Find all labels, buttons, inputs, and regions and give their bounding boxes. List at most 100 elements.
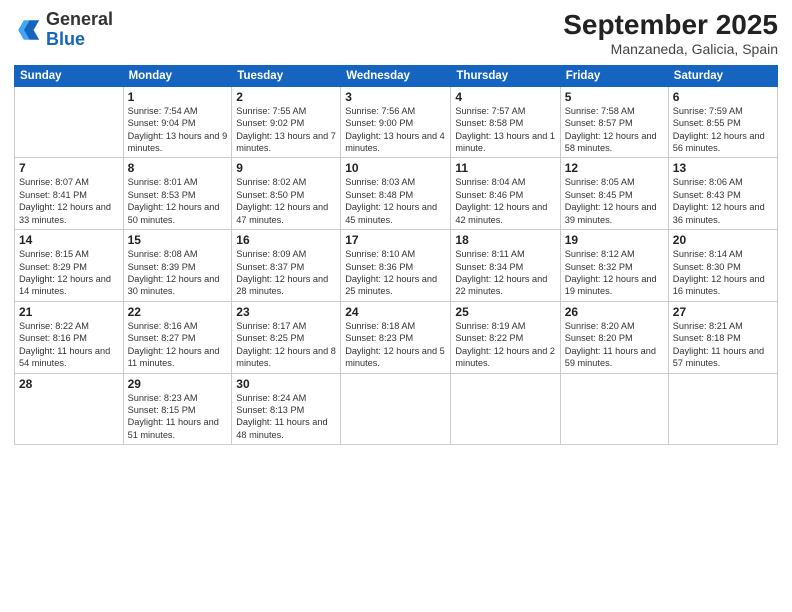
day-info: Sunrise: 7:58 AM Sunset: 8:57 PM Dayligh…	[565, 105, 664, 155]
logo-text: General Blue	[46, 10, 113, 50]
calendar-cell: 29Sunrise: 8:23 AM Sunset: 8:15 PM Dayli…	[123, 373, 232, 445]
calendar-row-2: 14Sunrise: 8:15 AM Sunset: 8:29 PM Dayli…	[15, 230, 778, 302]
calendar-cell: 4Sunrise: 7:57 AM Sunset: 8:58 PM Daylig…	[451, 86, 560, 158]
calendar-cell: 14Sunrise: 8:15 AM Sunset: 8:29 PM Dayli…	[15, 230, 124, 302]
calendar-cell: 26Sunrise: 8:20 AM Sunset: 8:20 PM Dayli…	[560, 301, 668, 373]
day-info: Sunrise: 8:08 AM Sunset: 8:39 PM Dayligh…	[128, 248, 228, 298]
day-info: Sunrise: 8:03 AM Sunset: 8:48 PM Dayligh…	[345, 176, 446, 226]
day-number: 18	[455, 233, 555, 247]
calendar-table: Sunday Monday Tuesday Wednesday Thursday…	[14, 65, 778, 445]
calendar-cell: 6Sunrise: 7:59 AM Sunset: 8:55 PM Daylig…	[668, 86, 777, 158]
calendar-cell: 27Sunrise: 8:21 AM Sunset: 8:18 PM Dayli…	[668, 301, 777, 373]
calendar-cell: 1Sunrise: 7:54 AM Sunset: 9:04 PM Daylig…	[123, 86, 232, 158]
day-number: 11	[455, 161, 555, 175]
calendar-row-4: 28 29Sunrise: 8:23 AM Sunset: 8:15 PM Day…	[15, 373, 778, 445]
calendar-header-row: Sunday Monday Tuesday Wednesday Thursday…	[15, 65, 778, 86]
calendar-cell: 24Sunrise: 8:18 AM Sunset: 8:23 PM Dayli…	[341, 301, 451, 373]
day-number: 7	[19, 161, 119, 175]
day-info: Sunrise: 8:15 AM Sunset: 8:29 PM Dayligh…	[19, 248, 119, 298]
day-info: Sunrise: 8:07 AM Sunset: 8:41 PM Dayligh…	[19, 176, 119, 226]
calendar-row-3: 21Sunrise: 8:22 AM Sunset: 8:16 PM Dayli…	[15, 301, 778, 373]
day-number: 4	[455, 90, 555, 104]
header-sunday: Sunday	[15, 65, 124, 86]
day-info: Sunrise: 8:19 AM Sunset: 8:22 PM Dayligh…	[455, 320, 555, 370]
calendar-cell: 16Sunrise: 8:09 AM Sunset: 8:37 PM Dayli…	[232, 230, 341, 302]
day-info: Sunrise: 7:59 AM Sunset: 8:55 PM Dayligh…	[673, 105, 773, 155]
header-friday: Friday	[560, 65, 668, 86]
header: General Blue September 2025 Manzaneda, G…	[14, 10, 778, 57]
logo-general: General	[46, 10, 113, 30]
day-number: 30	[236, 377, 336, 391]
day-info: Sunrise: 7:54 AM Sunset: 9:04 PM Dayligh…	[128, 105, 228, 155]
calendar-cell: 12Sunrise: 8:05 AM Sunset: 8:45 PM Dayli…	[560, 158, 668, 230]
day-number: 6	[673, 90, 773, 104]
day-info: Sunrise: 7:56 AM Sunset: 9:00 PM Dayligh…	[345, 105, 446, 155]
day-info: Sunrise: 8:12 AM Sunset: 8:32 PM Dayligh…	[565, 248, 664, 298]
logo-blue: Blue	[46, 30, 113, 50]
calendar-cell: 5Sunrise: 7:58 AM Sunset: 8:57 PM Daylig…	[560, 86, 668, 158]
calendar-cell: 9Sunrise: 8:02 AM Sunset: 8:50 PM Daylig…	[232, 158, 341, 230]
calendar-cell	[341, 373, 451, 445]
day-number: 1	[128, 90, 228, 104]
day-number: 24	[345, 305, 446, 319]
day-number: 16	[236, 233, 336, 247]
day-info: Sunrise: 8:24 AM Sunset: 8:13 PM Dayligh…	[236, 392, 336, 442]
day-number: 15	[128, 233, 228, 247]
calendar-row-1: 7Sunrise: 8:07 AM Sunset: 8:41 PM Daylig…	[15, 158, 778, 230]
page: General Blue September 2025 Manzaneda, G…	[0, 0, 792, 612]
day-info: Sunrise: 8:09 AM Sunset: 8:37 PM Dayligh…	[236, 248, 336, 298]
logo: General Blue	[14, 10, 113, 50]
calendar-cell: 13Sunrise: 8:06 AM Sunset: 8:43 PM Dayli…	[668, 158, 777, 230]
day-number: 5	[565, 90, 664, 104]
calendar-cell: 20Sunrise: 8:14 AM Sunset: 8:30 PM Dayli…	[668, 230, 777, 302]
day-number: 25	[455, 305, 555, 319]
day-number: 17	[345, 233, 446, 247]
calendar-cell: 17Sunrise: 8:10 AM Sunset: 8:36 PM Dayli…	[341, 230, 451, 302]
calendar-cell: 2Sunrise: 7:55 AM Sunset: 9:02 PM Daylig…	[232, 86, 341, 158]
calendar-cell: 25Sunrise: 8:19 AM Sunset: 8:22 PM Dayli…	[451, 301, 560, 373]
header-monday: Monday	[123, 65, 232, 86]
calendar-cell: 21Sunrise: 8:22 AM Sunset: 8:16 PM Dayli…	[15, 301, 124, 373]
day-info: Sunrise: 8:21 AM Sunset: 8:18 PM Dayligh…	[673, 320, 773, 370]
day-info: Sunrise: 8:18 AM Sunset: 8:23 PM Dayligh…	[345, 320, 446, 370]
calendar-cell: 15Sunrise: 8:08 AM Sunset: 8:39 PM Dayli…	[123, 230, 232, 302]
day-info: Sunrise: 7:55 AM Sunset: 9:02 PM Dayligh…	[236, 105, 336, 155]
day-number: 3	[345, 90, 446, 104]
day-number: 13	[673, 161, 773, 175]
calendar-cell: 18Sunrise: 8:11 AM Sunset: 8:34 PM Dayli…	[451, 230, 560, 302]
day-number: 27	[673, 305, 773, 319]
day-number: 26	[565, 305, 664, 319]
calendar-cell: 19Sunrise: 8:12 AM Sunset: 8:32 PM Dayli…	[560, 230, 668, 302]
day-info: Sunrise: 8:10 AM Sunset: 8:36 PM Dayligh…	[345, 248, 446, 298]
day-number: 2	[236, 90, 336, 104]
calendar-cell	[15, 86, 124, 158]
day-number: 19	[565, 233, 664, 247]
day-info: Sunrise: 8:06 AM Sunset: 8:43 PM Dayligh…	[673, 176, 773, 226]
day-info: Sunrise: 8:20 AM Sunset: 8:20 PM Dayligh…	[565, 320, 664, 370]
day-number: 14	[19, 233, 119, 247]
calendar-cell	[668, 373, 777, 445]
calendar-cell: 10Sunrise: 8:03 AM Sunset: 8:48 PM Dayli…	[341, 158, 451, 230]
calendar-row-0: 1Sunrise: 7:54 AM Sunset: 9:04 PM Daylig…	[15, 86, 778, 158]
day-info: Sunrise: 8:17 AM Sunset: 8:25 PM Dayligh…	[236, 320, 336, 370]
title-block: September 2025 Manzaneda, Galicia, Spain	[563, 10, 778, 57]
day-info: Sunrise: 8:11 AM Sunset: 8:34 PM Dayligh…	[455, 248, 555, 298]
day-number: 20	[673, 233, 773, 247]
day-info: Sunrise: 8:04 AM Sunset: 8:46 PM Dayligh…	[455, 176, 555, 226]
day-info: Sunrise: 8:02 AM Sunset: 8:50 PM Dayligh…	[236, 176, 336, 226]
calendar-cell: 28	[15, 373, 124, 445]
day-info: Sunrise: 8:14 AM Sunset: 8:30 PM Dayligh…	[673, 248, 773, 298]
day-number: 28	[19, 377, 119, 391]
day-number: 12	[565, 161, 664, 175]
day-info: Sunrise: 7:57 AM Sunset: 8:58 PM Dayligh…	[455, 105, 555, 155]
calendar-cell	[451, 373, 560, 445]
day-info: Sunrise: 8:16 AM Sunset: 8:27 PM Dayligh…	[128, 320, 228, 370]
day-number: 22	[128, 305, 228, 319]
day-number: 10	[345, 161, 446, 175]
month-title: September 2025	[563, 10, 778, 41]
logo-icon	[14, 16, 42, 44]
header-tuesday: Tuesday	[232, 65, 341, 86]
calendar-cell	[560, 373, 668, 445]
calendar-cell: 3Sunrise: 7:56 AM Sunset: 9:00 PM Daylig…	[341, 86, 451, 158]
header-wednesday: Wednesday	[341, 65, 451, 86]
